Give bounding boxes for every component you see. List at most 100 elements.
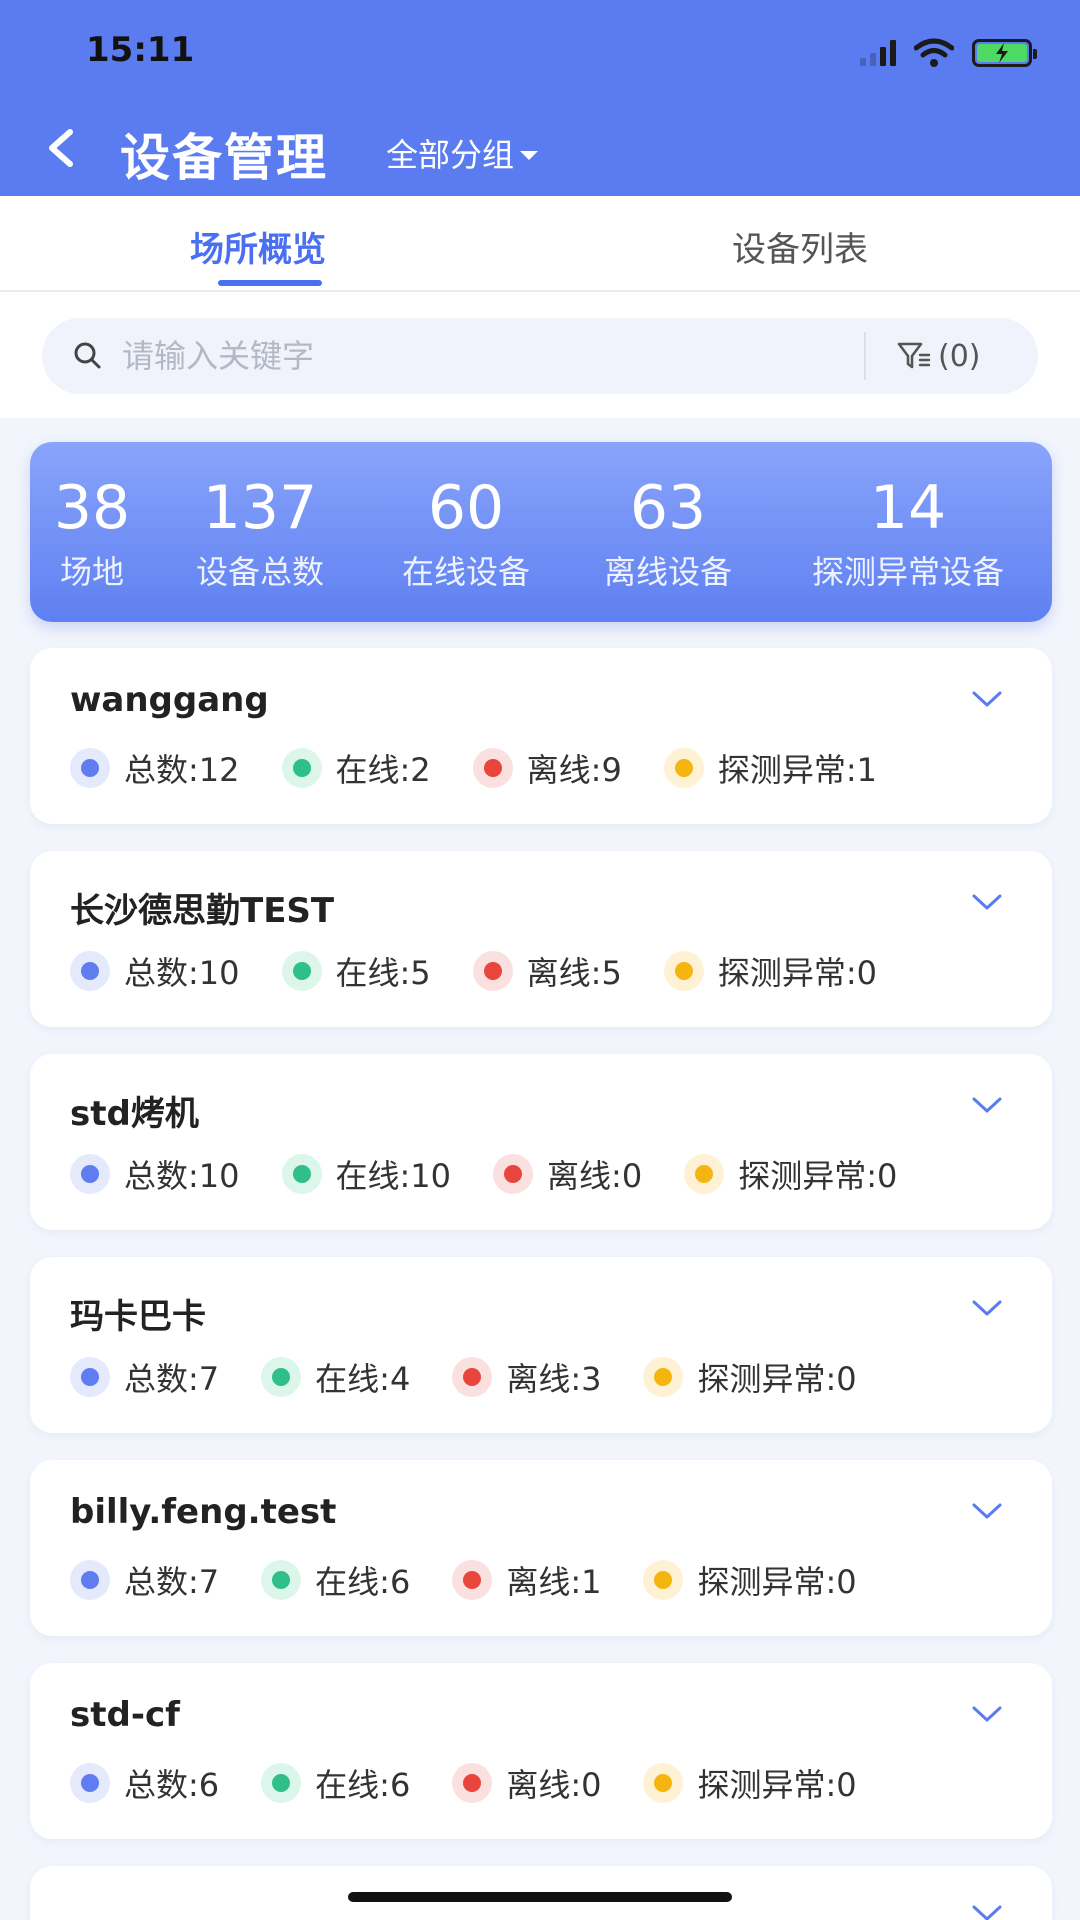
stat-value: 38 — [53, 473, 131, 543]
total-dot-icon — [70, 1357, 110, 1397]
stat-offline-devices: 63 离线设备 — [588, 472, 748, 594]
home-indicator[interactable] — [348, 1892, 732, 1902]
online-dot-icon — [281, 1154, 322, 1194]
site-stats: 总数:12 在线:2 离线:9 探测异常:1 — [70, 746, 919, 790]
online-count-text: 在线:6 — [315, 1766, 411, 1804]
site-name: 长沙德思勤TEST — [70, 891, 335, 931]
online-count-text: 在线:2 — [335, 751, 431, 789]
chevron-down-icon[interactable] — [970, 1902, 1004, 1920]
offline-count: 离线:3 — [452, 1354, 601, 1400]
site-name: std-cf — [70, 1695, 180, 1735]
online-dot-icon — [261, 1357, 302, 1397]
total-dot-icon — [70, 951, 110, 991]
filter-button[interactable]: (0) — [896, 336, 981, 376]
total-count-text: 总数:6 — [124, 1766, 220, 1804]
abnormal-dot-icon — [643, 1357, 684, 1397]
offline-count: 离线:9 — [472, 745, 622, 791]
stat-value: 63 — [629, 473, 707, 543]
search-input[interactable] — [122, 318, 882, 394]
online-count: 在线:6 — [261, 1557, 410, 1603]
online-dot-icon — [261, 1763, 302, 1803]
offline-count: 离线:5 — [472, 948, 622, 994]
group-select-dropdown[interactable]: 全部分组 — [386, 130, 539, 176]
abnormal-count: 探测异常:0 — [663, 948, 877, 994]
search-divider — [864, 332, 866, 380]
back-icon[interactable] — [36, 118, 86, 178]
site-stats: 总数:10 在线:5 离线:5 探测异常:0 — [70, 949, 919, 993]
site-name: 玛卡巴卡 — [70, 1297, 206, 1337]
app-header: 15:11 设备管理 全部分组 — [0, 0, 1080, 196]
tab-bar: 场所概览 设备列表 — [0, 196, 1080, 292]
total-count: 总数:10 — [70, 1151, 240, 1197]
stat-value: 60 — [427, 473, 505, 543]
online-count: 在线:5 — [281, 948, 431, 994]
total-count: 总数:6 — [70, 1760, 219, 1806]
total-dot-icon — [70, 1560, 110, 1600]
active-tab-indicator — [218, 280, 322, 286]
online-count-text: 在线:6 — [315, 1563, 411, 1601]
site-card[interactable]: 长沙德思勤TEST 总数:10 在线:5 离线:5 探测异常:0 — [30, 851, 1052, 1027]
abnormal-count-text: 探测异常:0 — [738, 1157, 898, 1195]
abnormal-count-text: 探测异常:0 — [697, 1360, 857, 1398]
site-name: billy.feng.test — [70, 1492, 337, 1532]
stat-label: 场地 — [59, 553, 124, 591]
online-count-text: 在线:10 — [335, 1157, 452, 1195]
group-select-label: 全部分组 — [386, 136, 515, 174]
stat-abnormal-devices: 14 探测异常设备 — [788, 472, 1028, 594]
tab-device-list[interactable]: 设备列表 — [732, 222, 868, 271]
offline-dot-icon — [452, 1357, 493, 1397]
site-name: wanggang — [70, 680, 269, 720]
site-stats: 总数:10 在线:10 离线:0 探测异常:0 — [70, 1152, 939, 1196]
offline-count-text: 离线:0 — [506, 1766, 602, 1804]
online-count-text: 在线:5 — [335, 954, 431, 992]
online-count-text: 在线:4 — [315, 1360, 411, 1398]
online-dot-icon — [281, 951, 322, 991]
chevron-down-icon[interactable] — [970, 1703, 1004, 1725]
battery-icon — [972, 39, 1037, 67]
status-time: 15:11 — [86, 30, 195, 70]
chevron-down-icon[interactable] — [970, 1094, 1004, 1116]
stat-online-devices: 60 在线设备 — [386, 472, 546, 594]
charging-bolt-icon — [996, 43, 1008, 63]
total-count-text: 总数:7 — [124, 1563, 220, 1601]
chevron-down-icon[interactable] — [970, 688, 1004, 710]
offline-dot-icon — [452, 1763, 493, 1803]
stat-label: 探测异常设备 — [811, 553, 1004, 591]
abnormal-count: 探测异常:0 — [643, 1354, 857, 1400]
total-count-text: 总数:7 — [124, 1360, 220, 1398]
online-count: 在线:4 — [261, 1354, 410, 1400]
site-card[interactable]: billy.feng.test 总数:7 在线:6 离线:1 探测异常:0 — [30, 1460, 1052, 1636]
chevron-down-icon[interactable] — [970, 1500, 1004, 1522]
site-card[interactable]: 玛卡巴卡 总数:7 在线:4 离线:3 探测异常:0 — [30, 1257, 1052, 1433]
stat-total-devices: 137 设备总数 — [180, 472, 340, 594]
offline-count: 离线:0 — [452, 1760, 601, 1806]
total-count-text: 总数:10 — [124, 954, 240, 992]
filter-count: (0) — [938, 338, 981, 374]
chevron-down-icon[interactable] — [970, 891, 1004, 913]
offline-count-text: 离线:1 — [506, 1563, 602, 1601]
online-dot-icon — [281, 748, 322, 788]
offline-count-text: 离线:0 — [547, 1157, 643, 1195]
site-name: std烤机 — [70, 1094, 199, 1134]
offline-count: 离线:1 — [452, 1557, 601, 1603]
tab-site-overview[interactable]: 场所概览 — [190, 222, 326, 271]
offline-dot-icon — [472, 951, 513, 991]
offline-count-text: 离线:3 — [506, 1360, 602, 1398]
abnormal-count: 探测异常:0 — [643, 1760, 857, 1806]
filter-icon — [897, 342, 931, 369]
abnormal-dot-icon — [663, 748, 704, 788]
site-card[interactable]: std-cf 总数:6 在线:6 离线:0 探测异常:0 — [30, 1663, 1052, 1839]
site-card[interactable]: std烤机 总数:10 在线:10 离线:0 探测异常:0 — [30, 1054, 1052, 1230]
chevron-down-icon[interactable] — [970, 1297, 1004, 1319]
total-count-text: 总数:12 — [124, 751, 240, 789]
abnormal-dot-icon — [643, 1560, 684, 1600]
offline-count-text: 离线:5 — [526, 954, 622, 992]
site-card[interactable]: wanggang 总数:12 在线:2 离线:9 探测异常:1 — [30, 648, 1052, 824]
abnormal-count-text: 探测异常:0 — [697, 1563, 857, 1601]
abnormal-count-text: 探测异常:0 — [717, 954, 877, 992]
total-dot-icon — [70, 748, 110, 788]
abnormal-count: 探测异常:0 — [684, 1151, 897, 1197]
offline-dot-icon — [472, 748, 513, 788]
total-dot-icon — [70, 1154, 110, 1194]
search-icon — [74, 342, 101, 369]
